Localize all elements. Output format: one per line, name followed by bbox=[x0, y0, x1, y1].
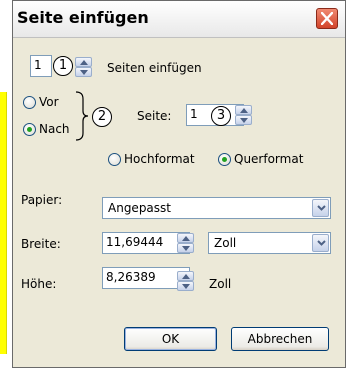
radio-before[interactable] bbox=[23, 96, 36, 109]
arrow-up-icon bbox=[182, 274, 190, 279]
radio-landscape[interactable] bbox=[218, 153, 231, 166]
height-down-button[interactable] bbox=[177, 281, 194, 291]
arrow-down-icon bbox=[182, 246, 190, 251]
arrow-up-icon bbox=[240, 108, 248, 113]
close-x-icon bbox=[321, 12, 333, 25]
radio-portrait-label: Hochformat bbox=[124, 152, 195, 166]
arrow-up-icon bbox=[80, 60, 88, 65]
radio-before-label: Vor bbox=[39, 95, 59, 109]
width-unit-select[interactable]: Zoll bbox=[208, 232, 331, 254]
page-count-label: Seiten einfügen bbox=[107, 61, 202, 75]
height-value: 8,26389 bbox=[106, 270, 156, 284]
callout-2-number: 2 bbox=[97, 109, 107, 124]
radio-landscape-label: Querformat bbox=[234, 152, 304, 166]
highlight-bar bbox=[0, 92, 7, 354]
paper-dropdown-button[interactable] bbox=[312, 199, 329, 217]
callout-2: 2 bbox=[92, 107, 112, 127]
page-count-input[interactable]: 1 bbox=[30, 55, 52, 77]
insert-page-dialog: Seite einfügen 1 1 Seiten einfügen Vor N… bbox=[12, 0, 346, 368]
cancel-button-label: Abbrechen bbox=[247, 332, 313, 346]
arrow-down-icon bbox=[182, 284, 190, 289]
chevron-down-icon bbox=[317, 240, 326, 246]
width-label: Breite: bbox=[21, 237, 61, 251]
width-value: 11,69444 bbox=[106, 235, 164, 249]
paper-select-value: Angepasst bbox=[108, 201, 171, 215]
page-count-spinner bbox=[75, 57, 92, 77]
arrow-down-icon bbox=[240, 118, 248, 123]
title-bar[interactable]: Seite einfügen bbox=[13, 1, 345, 38]
height-label: Höhe: bbox=[21, 277, 57, 291]
callout-3: 3 bbox=[211, 106, 231, 126]
chevron-down-icon bbox=[317, 205, 326, 211]
arrow-up-icon bbox=[182, 236, 190, 241]
ok-button[interactable]: OK bbox=[124, 327, 217, 351]
radio-after-label: Nach bbox=[39, 122, 70, 136]
arrow-down-icon bbox=[80, 70, 88, 75]
page-label: Seite: bbox=[137, 109, 172, 123]
width-unit-value: Zoll bbox=[214, 236, 237, 250]
page-count-down-button[interactable] bbox=[75, 67, 92, 77]
width-up-button[interactable] bbox=[177, 233, 194, 243]
bracket-icon bbox=[75, 91, 89, 141]
height-up-button[interactable] bbox=[177, 271, 194, 281]
radio-portrait[interactable] bbox=[108, 153, 121, 166]
page-count-up-button[interactable] bbox=[75, 57, 92, 67]
radio-after[interactable] bbox=[23, 123, 36, 136]
height-spinner bbox=[177, 271, 194, 291]
width-unit-dropdown-button[interactable] bbox=[312, 234, 329, 252]
page-number-down-button[interactable] bbox=[235, 115, 252, 125]
close-button[interactable] bbox=[316, 8, 338, 29]
page-number-up-button[interactable] bbox=[235, 105, 252, 115]
page-number-spinner bbox=[235, 105, 252, 125]
width-spinner bbox=[177, 233, 194, 253]
paper-label: Papier: bbox=[21, 193, 63, 207]
page-number-value: 1 bbox=[190, 107, 198, 121]
dialog-title: Seite einfügen bbox=[17, 8, 149, 27]
page-count-value: 1 bbox=[34, 58, 42, 72]
width-down-button[interactable] bbox=[177, 243, 194, 253]
ok-button-label: OK bbox=[161, 332, 180, 346]
callout-1-number: 1 bbox=[58, 58, 68, 73]
cancel-button[interactable]: Abbrechen bbox=[231, 327, 329, 351]
callout-3-number: 3 bbox=[216, 108, 226, 123]
paper-select[interactable]: Angepasst bbox=[102, 197, 331, 219]
callout-1: 1 bbox=[53, 56, 73, 76]
height-unit-label: Zoll bbox=[209, 277, 232, 291]
